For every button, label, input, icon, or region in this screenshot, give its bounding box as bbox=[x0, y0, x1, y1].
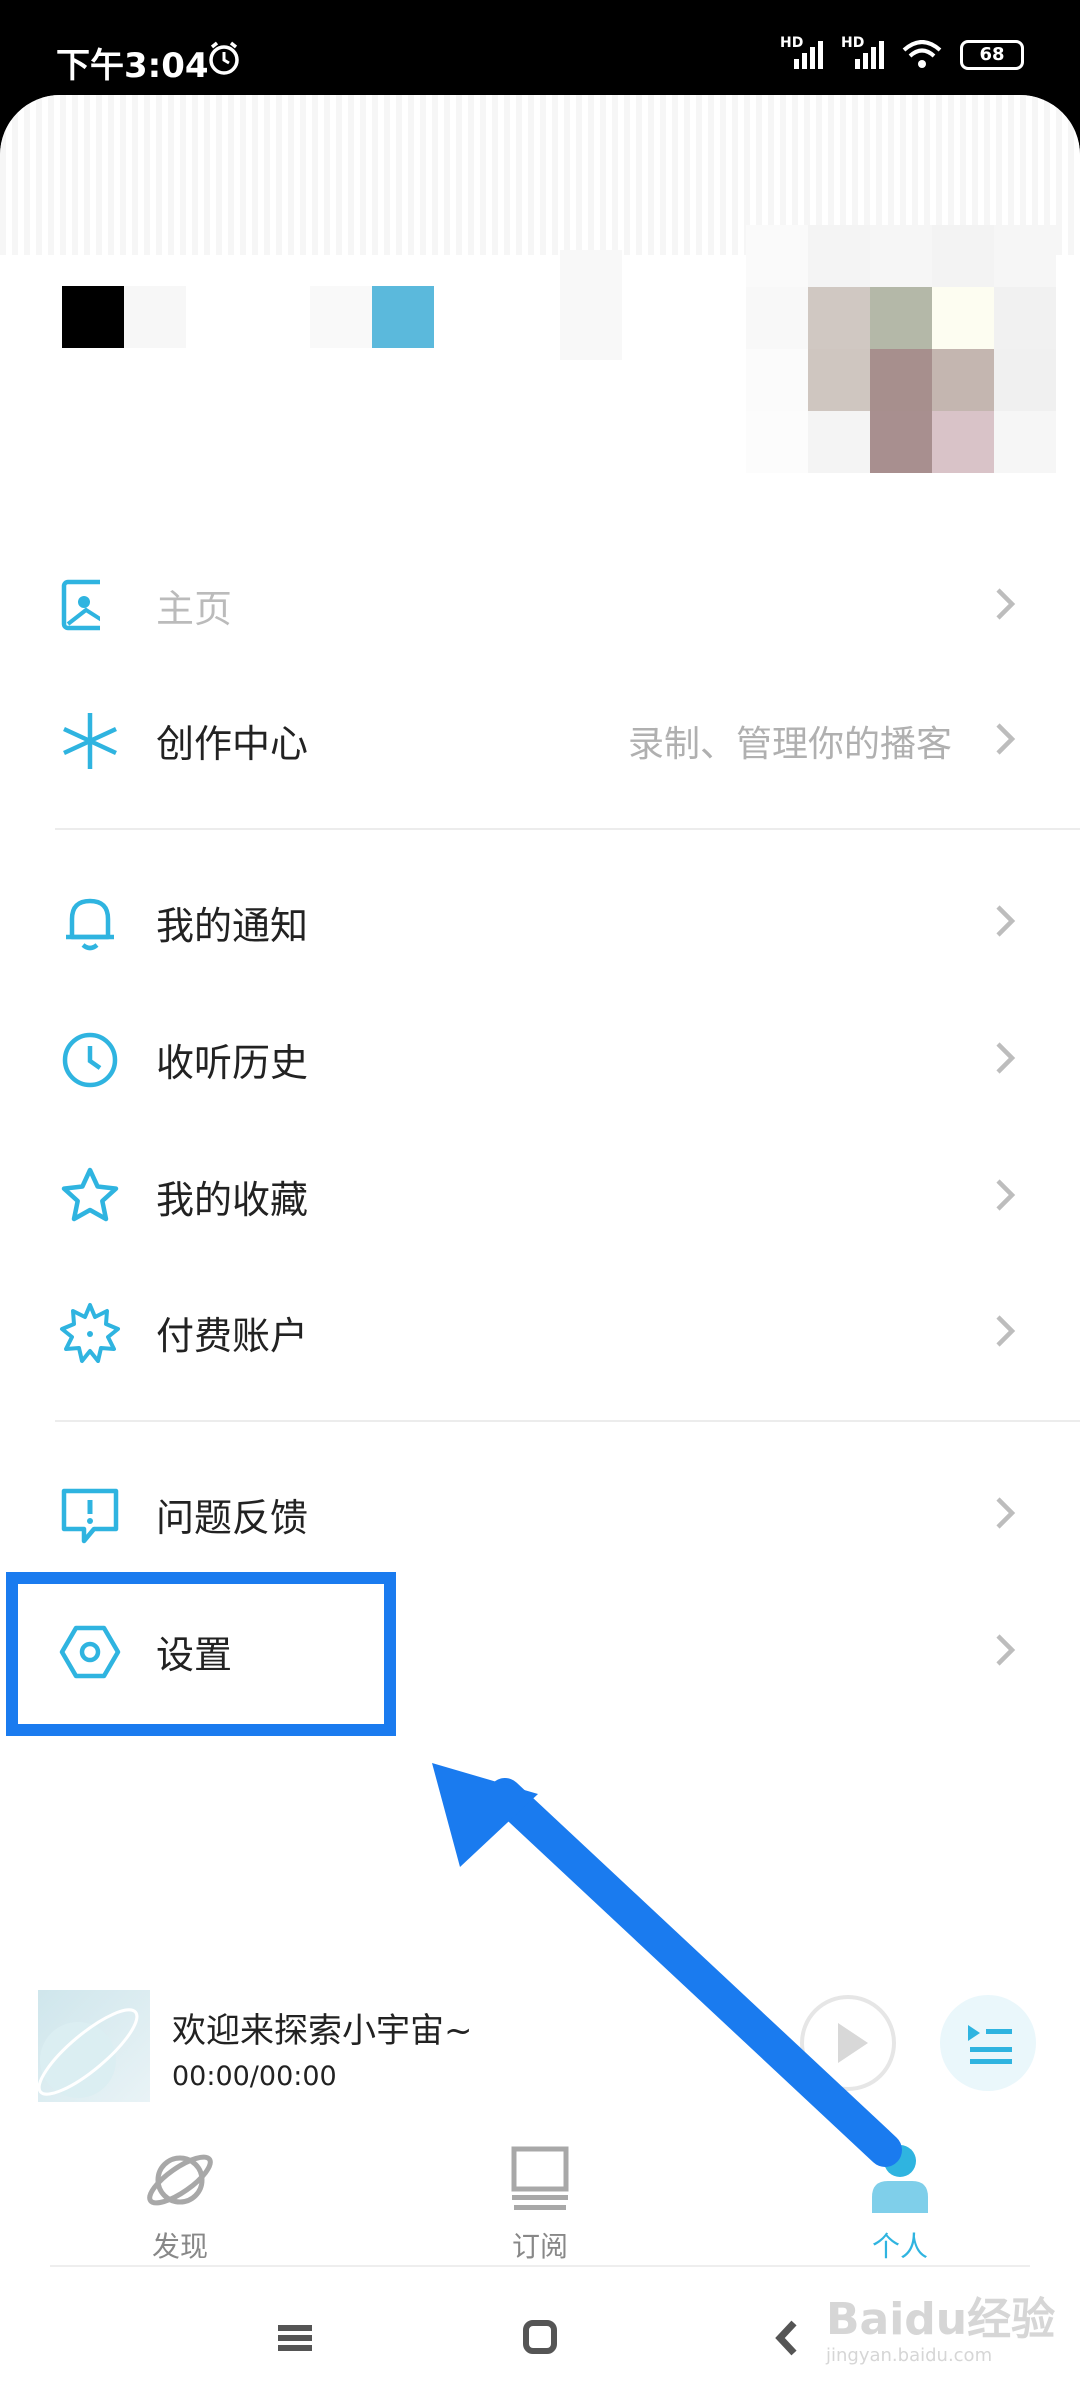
highlight-box bbox=[6, 1572, 396, 1736]
pixelated-fragment bbox=[372, 286, 434, 348]
player-title: 欢迎来探索小宇宙~ bbox=[172, 2011, 473, 2051]
system-nav-bar: Baidu经验 jingyan.baidu.com bbox=[0, 2265, 1080, 2400]
badge-star-icon bbox=[60, 1303, 120, 1363]
planet-icon bbox=[147, 2154, 213, 2206]
wifi-icon bbox=[902, 40, 942, 68]
pixelated-fragment bbox=[124, 286, 186, 348]
creator-center-hint: 录制、管理你的播客 bbox=[627, 724, 952, 765]
pixelated-fragment bbox=[560, 250, 622, 360]
chevron-right-icon bbox=[996, 588, 1016, 620]
tab-label: 订阅 bbox=[511, 2230, 568, 2263]
feedback-label: 问题反馈 bbox=[156, 1496, 309, 1540]
playlist-button[interactable] bbox=[940, 1995, 1036, 2091]
section-divider bbox=[55, 828, 1080, 830]
favorites-row[interactable]: 我的收藏 bbox=[0, 1127, 1080, 1263]
paid-account-label: 付费账户 bbox=[156, 1314, 309, 1358]
chevron-right-icon bbox=[996, 1315, 1016, 1347]
tab-discover[interactable]: 发现 bbox=[80, 2125, 280, 2265]
play-button[interactable] bbox=[800, 1995, 896, 2091]
creator-center-row[interactable]: 创作中心 录制、管理你的播客 bbox=[0, 671, 1080, 807]
chevron-right-icon bbox=[996, 1634, 1016, 1666]
tab-profile[interactable]: 个人 bbox=[800, 2125, 1000, 2265]
album-cover[interactable] bbox=[38, 1990, 150, 2102]
profile-header bbox=[0, 95, 1080, 535]
paid-account-row[interactable]: 付费账户 bbox=[0, 1263, 1080, 1399]
battery-icon: 68 bbox=[960, 40, 1024, 70]
status-time: 下午3:04 bbox=[56, 46, 209, 86]
bell-icon bbox=[66, 898, 114, 951]
history-row[interactable]: 收听历史 bbox=[0, 990, 1080, 1126]
home-icon[interactable] bbox=[522, 2319, 558, 2355]
tab-subscribe[interactable]: 订阅 bbox=[440, 2125, 640, 2265]
playlist-icon bbox=[968, 2025, 1012, 2064]
homepage-label: 主页 bbox=[156, 587, 233, 631]
player-time: 00:00/00:00 bbox=[172, 2061, 337, 2092]
chevron-right-icon bbox=[996, 1497, 1016, 1529]
clock-icon bbox=[62, 1032, 118, 1088]
history-label: 收听历史 bbox=[156, 1041, 309, 1085]
chevron-right-icon bbox=[996, 905, 1016, 937]
sparkle-icon bbox=[63, 713, 117, 769]
signal-icon: HD bbox=[780, 35, 823, 69]
alarm-icon bbox=[209, 41, 239, 75]
notifications-row[interactable]: 我的通知 bbox=[0, 853, 1080, 989]
feedback-icon bbox=[61, 1488, 119, 1544]
homepage-row[interactable]: 主页 bbox=[0, 536, 1080, 672]
nav-divider bbox=[50, 2265, 1030, 2267]
pixelated-avatar bbox=[746, 225, 1056, 495]
section-divider bbox=[55, 1420, 1080, 1422]
watermark: Baidu经验 jingyan.baidu.com bbox=[826, 2294, 1056, 2367]
chevron-right-icon bbox=[996, 1042, 1016, 1074]
profile-page: 主页 创作中心 录制、管理你的播客 我的通知 收听历史 我的收藏 付费账户 问题… bbox=[0, 95, 1080, 2400]
signal-icon: HD bbox=[841, 35, 884, 69]
chevron-right-icon bbox=[996, 1179, 1016, 1211]
status-bar: 下午3:04 HD HD 68 bbox=[0, 0, 1080, 100]
feedback-row[interactable]: 问题反馈 bbox=[0, 1445, 1080, 1581]
creator-center-label: 创作中心 bbox=[156, 722, 309, 766]
back-icon[interactable] bbox=[772, 2319, 802, 2357]
pixelated-avatar-fragment bbox=[62, 286, 124, 348]
person-icon bbox=[872, 2145, 928, 2213]
planet-artwork bbox=[38, 2008, 139, 2098]
tab-label: 个人 bbox=[871, 2230, 928, 2263]
favorites-label: 我的收藏 bbox=[156, 1178, 309, 1222]
tab-label: 发现 bbox=[151, 2230, 208, 2263]
play-icon bbox=[838, 2023, 868, 2063]
subscription-icon bbox=[511, 2146, 569, 2210]
mini-player[interactable]: 欢迎来探索小宇宙~ 00:00/00:00 bbox=[0, 1975, 1080, 2125]
pixelated-fragment bbox=[310, 286, 372, 348]
bottom-tab-bar: 发现 订阅 个人 bbox=[0, 2125, 1080, 2265]
star-icon bbox=[61, 1167, 119, 1222]
chevron-right-icon bbox=[996, 723, 1016, 755]
notifications-label: 我的通知 bbox=[156, 904, 309, 948]
menu-icon[interactable] bbox=[276, 2321, 314, 2355]
status-icons: HD HD 68 bbox=[780, 35, 1024, 70]
